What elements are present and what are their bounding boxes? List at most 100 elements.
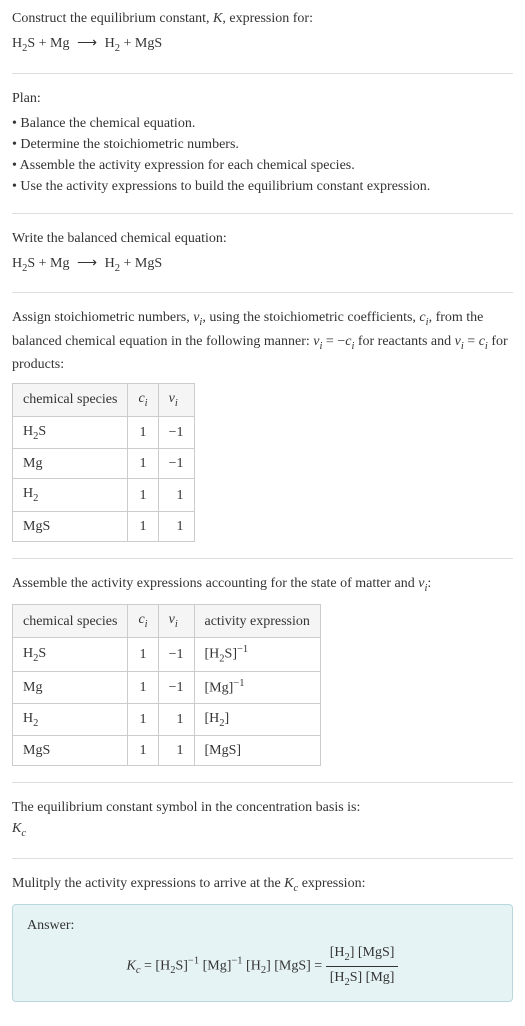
text: H bbox=[23, 646, 33, 661]
col-nu: νi bbox=[158, 605, 194, 638]
intro-section: Construct the equilibrium constant, K, e… bbox=[12, 8, 513, 57]
text: [H bbox=[243, 959, 261, 974]
sub: 2 bbox=[33, 493, 38, 504]
col-c: ci bbox=[128, 384, 158, 417]
arrow-icon: ⟶ bbox=[77, 33, 97, 54]
cell-species: MgS bbox=[13, 511, 128, 541]
plan-item: • Use the activity expressions to build … bbox=[12, 176, 513, 197]
K: K bbox=[284, 876, 293, 891]
text: = [H bbox=[141, 959, 171, 974]
cell-species: MgS bbox=[13, 736, 128, 766]
text: : bbox=[427, 576, 431, 591]
cell-c: 1 bbox=[128, 479, 158, 512]
stoich-section: Assign stoichiometric numbers, νi, using… bbox=[12, 307, 513, 542]
table-row: H2 1 1 [H2] bbox=[13, 703, 321, 736]
fraction: [H2] [MgS][H2S] [Mg] bbox=[326, 942, 399, 990]
text: Mg bbox=[23, 680, 42, 695]
sup: −1 bbox=[231, 956, 242, 967]
text: MgS bbox=[23, 743, 50, 758]
table-row: MgS 1 1 bbox=[13, 511, 195, 541]
text: MgS bbox=[23, 519, 50, 534]
denominator: [H2S] [Mg] bbox=[326, 967, 399, 991]
cell-nu: 1 bbox=[158, 479, 194, 512]
intro-K: K bbox=[213, 11, 222, 26]
table-row: H2S 1 −1 bbox=[13, 416, 195, 449]
cell-c: 1 bbox=[128, 672, 158, 704]
text: for reactants and bbox=[354, 334, 454, 349]
col-expr: activity expression bbox=[194, 605, 320, 638]
multiply-text: Mulitply the activity expressions to arr… bbox=[12, 873, 513, 897]
intro-text: Construct the equilibrium constant, K, e… bbox=[12, 8, 513, 29]
concbasis-text: The equilibrium constant symbol in the c… bbox=[12, 797, 513, 818]
cell-species: Mg bbox=[13, 672, 128, 704]
text: [H bbox=[330, 970, 345, 985]
plan-section: Plan: • Balance the chemical equation. •… bbox=[12, 88, 513, 197]
text: ] [MgS] bbox=[350, 945, 395, 960]
c-sub: i bbox=[145, 619, 148, 630]
text: [Mg] bbox=[199, 959, 231, 974]
text: expression: bbox=[298, 876, 365, 891]
c-sub: i bbox=[145, 398, 148, 409]
eq-rhs-h: H bbox=[105, 36, 115, 51]
eq-lhs-rest: S + Mg bbox=[27, 36, 69, 51]
text: [Mg] bbox=[205, 681, 234, 696]
cell-nu: −1 bbox=[158, 449, 194, 479]
activity-table: chemical species ci νi activity expressi… bbox=[12, 604, 321, 766]
intro-prefix: Construct the equilibrium constant, bbox=[12, 11, 213, 26]
nu-sub: i bbox=[175, 619, 178, 630]
cell-species: H2 bbox=[13, 479, 128, 512]
text: S] [Mg] bbox=[350, 970, 395, 985]
activity-section: Assemble the activity expressions accoun… bbox=[12, 573, 513, 767]
text: H bbox=[23, 486, 33, 501]
table-header-row: chemical species ci νi bbox=[13, 384, 195, 417]
text: [H bbox=[330, 945, 345, 960]
activity-text: Assemble the activity expressions accoun… bbox=[12, 573, 513, 597]
divider bbox=[12, 558, 513, 559]
table-row: Mg 1 −1 [Mg]−1 bbox=[13, 672, 321, 704]
K-sub: c bbox=[21, 828, 26, 839]
balanced-section: Write the balanced chemical equation: H2… bbox=[12, 228, 513, 277]
table-row: H2 1 1 bbox=[13, 479, 195, 512]
table-row: H2S 1 −1 [H2S]−1 bbox=[13, 637, 321, 671]
plan-item: • Determine the stoichiometric numbers. bbox=[12, 134, 513, 155]
plan-item: • Assemble the activity expression for e… bbox=[12, 155, 513, 176]
text: [MgS] bbox=[205, 743, 242, 758]
eq-rhs-rest: + MgS bbox=[120, 36, 162, 51]
K: K bbox=[12, 821, 21, 836]
text: H bbox=[23, 711, 33, 726]
sup: −1 bbox=[188, 956, 199, 967]
multiply-section: Mulitply the activity expressions to arr… bbox=[12, 873, 513, 1002]
eq-h: H bbox=[12, 256, 22, 271]
concbasis-section: The equilibrium constant symbol in the c… bbox=[12, 797, 513, 842]
text: S bbox=[38, 424, 46, 439]
balanced-title: Write the balanced chemical equation: bbox=[12, 228, 513, 249]
divider bbox=[12, 292, 513, 293]
cell-nu: 1 bbox=[158, 511, 194, 541]
cell-c: 1 bbox=[128, 511, 158, 541]
cell-species: Mg bbox=[13, 449, 128, 479]
table-row: Mg 1 −1 bbox=[13, 449, 195, 479]
eq-rhs-h: H bbox=[105, 256, 115, 271]
answer-equation: Kc = [H2S]−1 [Mg]−1 [H2] [MgS] = [H2] [M… bbox=[27, 942, 498, 990]
answer-box: Answer: Kc = [H2S]−1 [Mg]−1 [H2] [MgS] =… bbox=[12, 904, 513, 1001]
col-nu: νi bbox=[158, 384, 194, 417]
cell-expr: [H2S]−1 bbox=[194, 637, 320, 671]
answer-label: Answer: bbox=[27, 915, 498, 936]
cell-expr: [H2] bbox=[194, 703, 320, 736]
cell-species: H2 bbox=[13, 703, 128, 736]
text: [MgS] = bbox=[271, 959, 326, 974]
text: Mg bbox=[23, 456, 42, 471]
cell-c: 1 bbox=[128, 449, 158, 479]
cell-expr: [Mg]−1 bbox=[194, 672, 320, 704]
cell-nu: −1 bbox=[158, 672, 194, 704]
divider bbox=[12, 858, 513, 859]
cell-species: H2S bbox=[13, 637, 128, 671]
balanced-equation: H2S + Mg ⟶ H2 + MgS bbox=[12, 253, 513, 277]
text: ] bbox=[225, 711, 230, 726]
text: Mulitply the activity expressions to arr… bbox=[12, 876, 284, 891]
col-c: ci bbox=[128, 605, 158, 638]
nu-sub: i bbox=[175, 398, 178, 409]
cell-nu: −1 bbox=[158, 416, 194, 449]
plan-item: • Balance the chemical equation. bbox=[12, 113, 513, 134]
arrow-icon: ⟶ bbox=[77, 253, 97, 274]
